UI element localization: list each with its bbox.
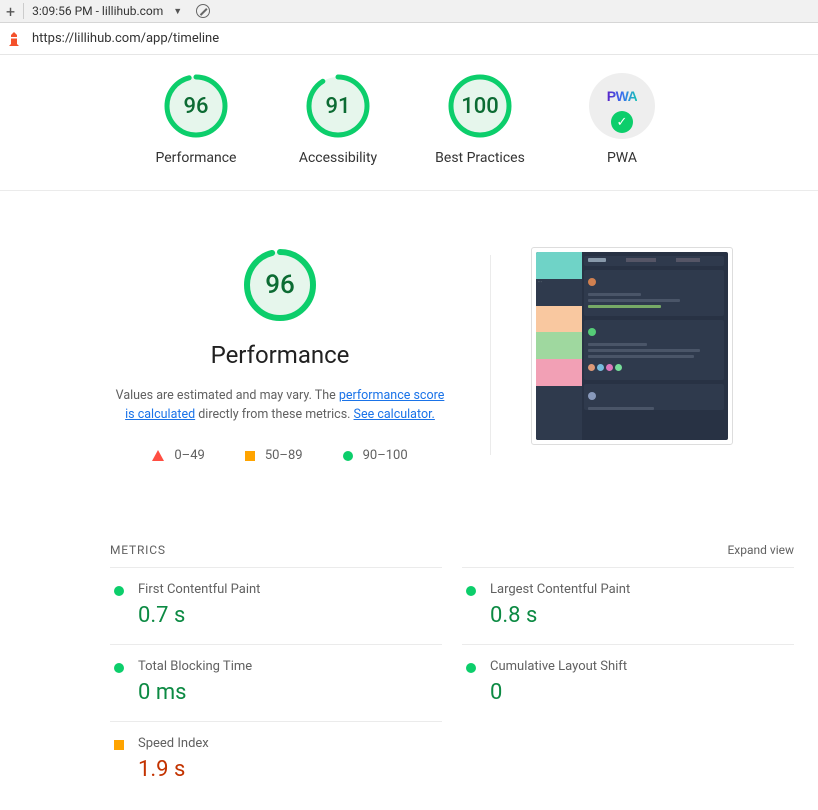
circle-icon — [466, 586, 476, 596]
expand-view-toggle[interactable]: Expand view — [727, 543, 794, 557]
category-summary: 96 Performance 91 Accessibility 100 Best… — [0, 55, 818, 191]
metric-name: Cumulative Layout Shift — [490, 659, 627, 674]
check-icon: ✓ — [611, 111, 633, 133]
metric-value: 0 — [490, 680, 627, 705]
lighthouse-icon — [6, 31, 22, 47]
gauge-accessibility[interactable]: 91 Accessibility — [289, 73, 387, 168]
gauge-label: Best Practices — [435, 149, 525, 168]
metric-value: 0.8 s — [490, 603, 630, 628]
legend-fail: 0–49 — [152, 448, 204, 463]
metric-name: Total Blocking Time — [138, 659, 252, 674]
gauge-performance[interactable]: 96 Performance — [147, 73, 245, 168]
pwa-badge: PWA ✓ — [589, 73, 655, 139]
gauge-label: PWA — [607, 149, 637, 168]
metric-value: 0.7 s — [138, 603, 260, 628]
metric-value: 1.9 s — [138, 757, 209, 782]
page-screenshot-thumbnail[interactable]: ··· — [531, 247, 733, 445]
metric-fcp[interactable]: First Contentful Paint 0.7 s — [110, 567, 442, 644]
big-gauge: 96 — [242, 247, 318, 323]
triangle-icon — [152, 450, 164, 461]
legend-range: 90–100 — [363, 448, 408, 463]
vertical-divider — [490, 255, 491, 455]
metrics-heading: METRICS — [110, 543, 166, 557]
circle-icon — [114, 586, 124, 596]
metric-name: First Contentful Paint — [138, 582, 260, 597]
circle-icon — [466, 663, 476, 673]
gauge-score: 100 — [447, 73, 513, 139]
tab-title[interactable]: 3:09:56 PM - lillihub.com — [32, 4, 163, 18]
desc-text: Values are estimated and may vary. The — [116, 388, 339, 403]
legend-pass: 90–100 — [343, 448, 408, 463]
metric-speed-index[interactable]: Speed Index 1.9 s — [110, 721, 442, 798]
legend-range: 50–89 — [265, 448, 303, 463]
dropdown-icon[interactable]: ▼ — [173, 6, 182, 17]
audited-url[interactable]: https://lillihub.com/app/timeline — [32, 31, 219, 46]
clear-icon[interactable] — [196, 4, 210, 18]
category-title: Performance — [211, 341, 350, 369]
gauge-best-practices[interactable]: 100 Best Practices — [431, 73, 529, 168]
legend-range: 0–49 — [174, 448, 204, 463]
gauge-label: Performance — [156, 149, 237, 168]
metrics-section: METRICS Expand view First Contentful Pai… — [0, 493, 818, 798]
square-icon — [245, 451, 255, 461]
square-icon — [114, 740, 124, 750]
calc-link-2[interactable]: See calculator. — [354, 407, 435, 422]
performance-detail: 96 Performance Values are estimated and … — [0, 191, 818, 494]
metric-tbt[interactable]: Total Blocking Time 0 ms — [110, 644, 442, 721]
metric-name: Speed Index — [138, 736, 209, 751]
metric-lcp[interactable]: Largest Contentful Paint 0.8 s — [462, 567, 794, 644]
gauge-score: 96 — [163, 73, 229, 139]
big-gauge-score: 96 — [242, 247, 318, 323]
gauge-score: 91 — [305, 73, 371, 139]
legend-average: 50–89 — [245, 448, 303, 463]
pwa-icon: PWA — [607, 88, 637, 104]
circle-icon — [114, 663, 124, 673]
gauge-label: Accessibility — [299, 149, 377, 168]
devtools-tab-bar: + 3:09:56 PM - lillihub.com ▼ — [0, 0, 818, 23]
divider — [23, 3, 24, 19]
metric-cls[interactable]: Cumulative Layout Shift 0 — [462, 644, 794, 721]
metric-value: 0 ms — [138, 680, 252, 705]
score-description: Values are estimated and may vary. The p… — [115, 387, 445, 425]
metric-name: Largest Contentful Paint — [490, 582, 630, 597]
url-bar: https://lillihub.com/app/timeline — [0, 23, 818, 55]
score-legend: 0–49 50–89 90–100 — [152, 448, 407, 463]
new-tab-button[interactable]: + — [6, 2, 15, 21]
circle-icon — [343, 451, 353, 461]
gauge-pwa[interactable]: PWA ✓ PWA — [573, 73, 671, 168]
desc-text: directly from these metrics. — [195, 407, 353, 422]
